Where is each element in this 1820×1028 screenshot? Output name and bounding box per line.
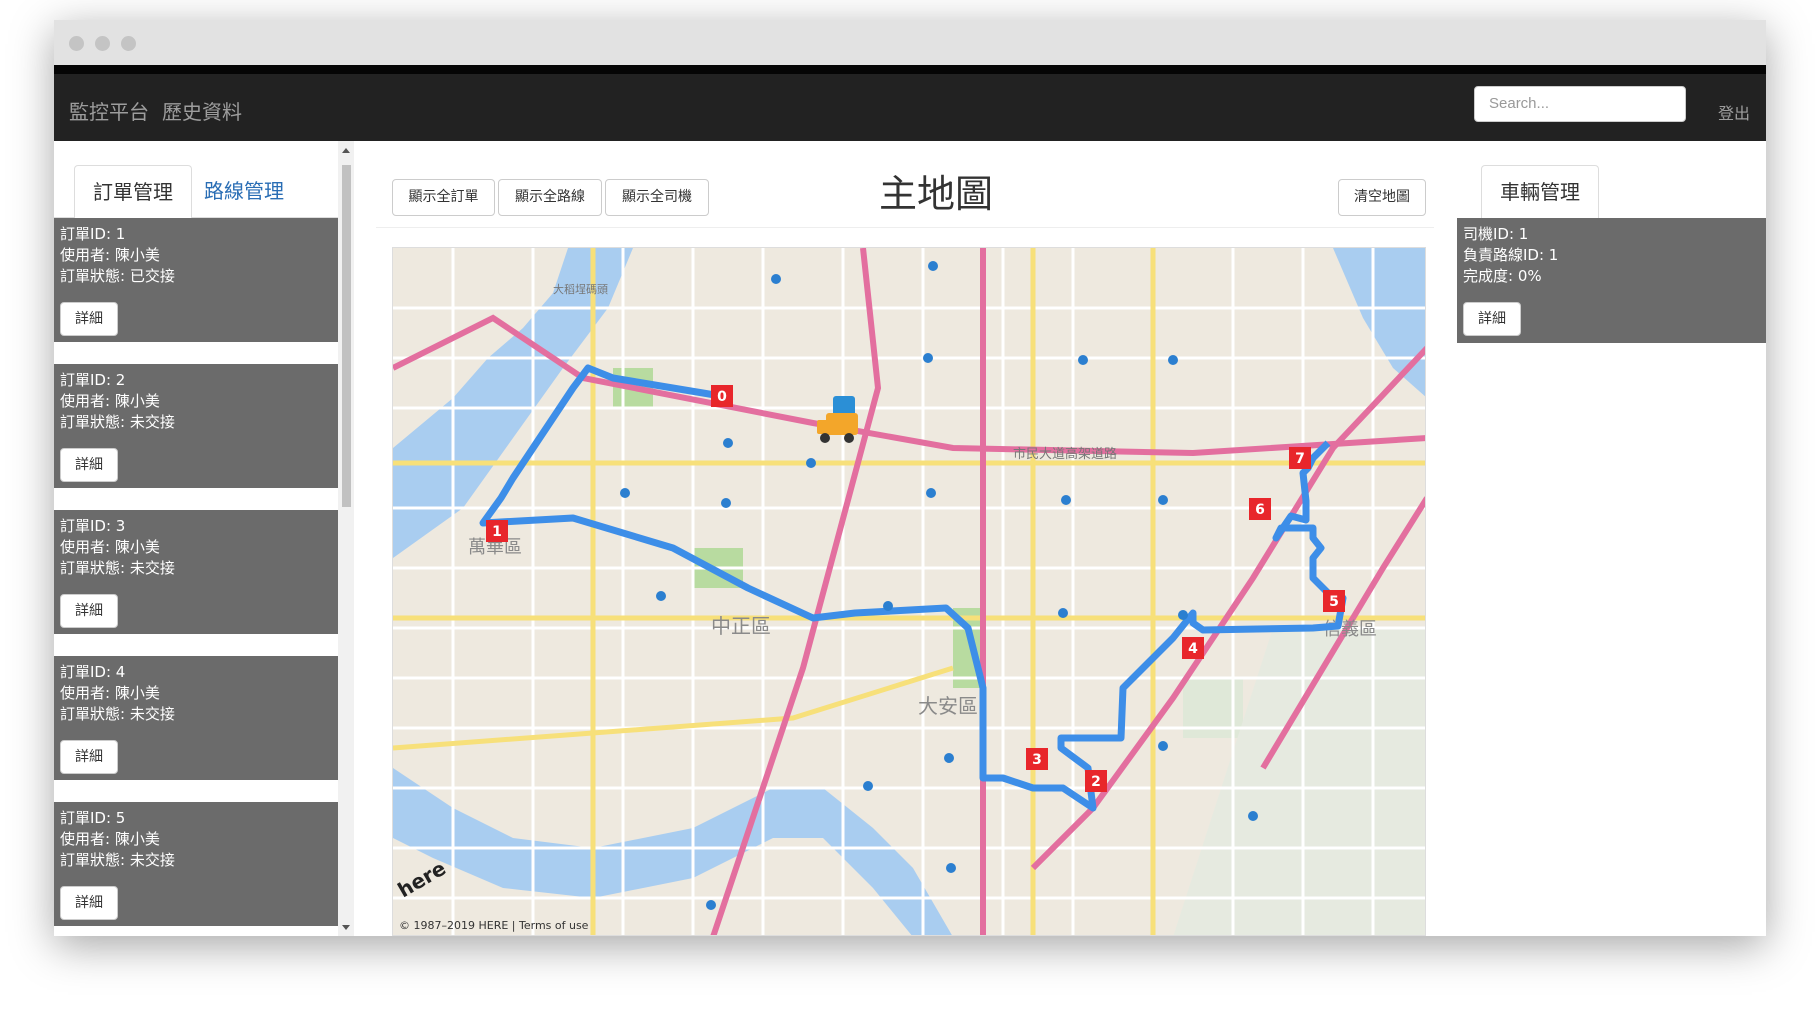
order-id: 訂單ID: 3 — [60, 517, 126, 535]
hills — [1173, 628, 1425, 935]
main-map-section: 顯示全訂單 顯示全路線 顯示全司機 主地圖 清空地圖 萬華區 中正區 大安區 信… — [376, 141, 1434, 936]
route-marker-label: 6 — [1255, 502, 1265, 518]
order-detail-button[interactable]: 詳細 — [60, 302, 118, 336]
driver-id: 司機ID: 1 — [1463, 225, 1529, 243]
order-detail-button[interactable]: 詳細 — [60, 594, 118, 628]
map-canvas[interactable]: 萬華區 中正區 大安區 信義區 市民大道高架道路 大稻埕碼頭 0 1 2 3 4… — [393, 248, 1426, 936]
divider — [376, 227, 1434, 228]
here-logo: here — [394, 856, 450, 902]
left-panel: 訂單管理 路線管理 訂單ID: 1 使用者: 陳小美 訂單狀態: 已交接 詳細 … — [54, 141, 354, 936]
page-title: 主地圖 — [878, 172, 993, 216]
order-detail-button[interactable]: 詳細 — [60, 740, 118, 774]
route-marker-label: 3 — [1032, 752, 1042, 768]
vehicle-card: 司機ID: 1 負責路線ID: 1 完成度: 0% 詳細 — [1457, 218, 1766, 343]
order-id: 訂單ID: 2 — [60, 371, 126, 389]
map-attribution[interactable]: © 1987–2019 HERE | Terms of use — [399, 919, 589, 932]
tab-order-management[interactable]: 訂單管理 — [74, 165, 192, 219]
river-water-northeast — [1333, 248, 1425, 397]
order-user: 使用者: 陳小美 — [60, 684, 160, 702]
order-card: 訂單ID: 2 使用者: 陳小美 訂單狀態: 未交接 詳細 — [54, 364, 338, 488]
route-marker-label: 5 — [1329, 594, 1339, 610]
order-card: 訂單ID: 1 使用者: 陳小美 訂單狀態: 已交接 詳細 — [54, 218, 338, 342]
route-marker-label: 4 — [1188, 641, 1198, 657]
order-status: 訂單狀態: 未交接 — [60, 705, 175, 723]
browser-window: 監控平台 歷史資料 Search... 登出 訂單管理 路線管理 訂單ID: 1… — [54, 20, 1766, 936]
right-panel: 車輛管理 司機ID: 1 負責路線ID: 1 完成度: 0% 詳細 — [1457, 141, 1766, 936]
window-minimize-dot[interactable] — [95, 36, 110, 51]
route-marker-label: 2 — [1091, 774, 1101, 790]
route-path — [479, 364, 1347, 812]
district-label: 大安區 — [918, 694, 978, 718]
tab-route-management[interactable]: 路線管理 — [186, 165, 302, 219]
window-close-dot[interactable] — [69, 36, 84, 51]
scroll-down-arrow-icon[interactable] — [340, 923, 352, 933]
map-view[interactable]: 萬華區 中正區 大安區 信義區 市民大道高架道路 大稻埕碼頭 0 1 2 3 4… — [392, 247, 1426, 936]
top-navbar: 監控平台 歷史資料 Search... 登出 — [54, 65, 1766, 141]
order-id: 訂單ID: 1 — [60, 225, 126, 243]
left-tabs: 訂單管理 路線管理 — [54, 141, 338, 219]
street-label: 市民大道高架道路 — [1013, 446, 1117, 462]
nav-history-link[interactable]: 歷史資料 — [162, 96, 242, 125]
order-user: 使用者: 陳小美 — [60, 246, 160, 264]
window-maximize-dot[interactable] — [121, 36, 136, 51]
clear-map-button[interactable]: 清空地圖 — [1338, 179, 1426, 216]
show-all-drivers-button[interactable]: 顯示全司機 — [605, 179, 709, 216]
scroll-up-arrow-icon[interactable] — [340, 145, 352, 155]
order-card: 訂單ID: 4 使用者: 陳小美 訂單狀態: 未交接 詳細 — [54, 656, 338, 780]
order-user: 使用者: 陳小美 — [60, 538, 160, 556]
tab-vehicle-management[interactable]: 車輛管理 — [1481, 165, 1599, 219]
place-label: 大稻埕碼頭 — [553, 282, 608, 296]
order-id: 訂單ID: 4 — [60, 663, 126, 681]
order-card: 訂單ID: 3 使用者: 陳小美 訂單狀態: 未交接 詳細 — [54, 510, 338, 634]
order-user: 使用者: 陳小美 — [60, 392, 160, 410]
order-status: 訂單狀態: 未交接 — [60, 559, 175, 577]
district-label: 中正區 — [711, 614, 771, 638]
order-id: 訂單ID: 5 — [60, 809, 126, 827]
route-marker-label: 1 — [492, 524, 502, 540]
order-user: 使用者: 陳小美 — [60, 830, 160, 848]
order-status: 訂單狀態: 已交接 — [60, 267, 175, 285]
order-detail-button[interactable]: 詳細 — [60, 886, 118, 920]
completion-rate: 完成度: 0% — [1463, 267, 1542, 285]
order-detail-button[interactable]: 詳細 — [60, 448, 118, 482]
vehicle-detail-button[interactable]: 詳細 — [1463, 302, 1521, 336]
truck-icon[interactable] — [817, 396, 858, 443]
route-marker-label: 7 — [1295, 451, 1305, 467]
river-water-south — [393, 768, 952, 935]
order-card: 訂單ID: 5 使用者: 陳小美 訂單狀態: 未交接 詳細 — [54, 802, 338, 926]
order-status: 訂單狀態: 未交接 — [60, 413, 175, 431]
assigned-route-id: 負責路線ID: 1 — [1463, 246, 1559, 264]
left-scrollbar-thumb[interactable] — [342, 165, 351, 507]
logout-link[interactable]: 登出 — [1718, 100, 1750, 124]
show-all-routes-button[interactable]: 顯示全路線 — [498, 179, 602, 216]
window-titlebar — [54, 20, 1766, 65]
route-marker-label: 0 — [717, 389, 727, 405]
search-input[interactable]: Search... — [1474, 86, 1686, 122]
show-all-orders-button[interactable]: 顯示全訂單 — [392, 179, 495, 216]
nav-brand-monitor[interactable]: 監控平台 — [69, 96, 149, 125]
order-status: 訂單狀態: 未交接 — [60, 851, 175, 869]
